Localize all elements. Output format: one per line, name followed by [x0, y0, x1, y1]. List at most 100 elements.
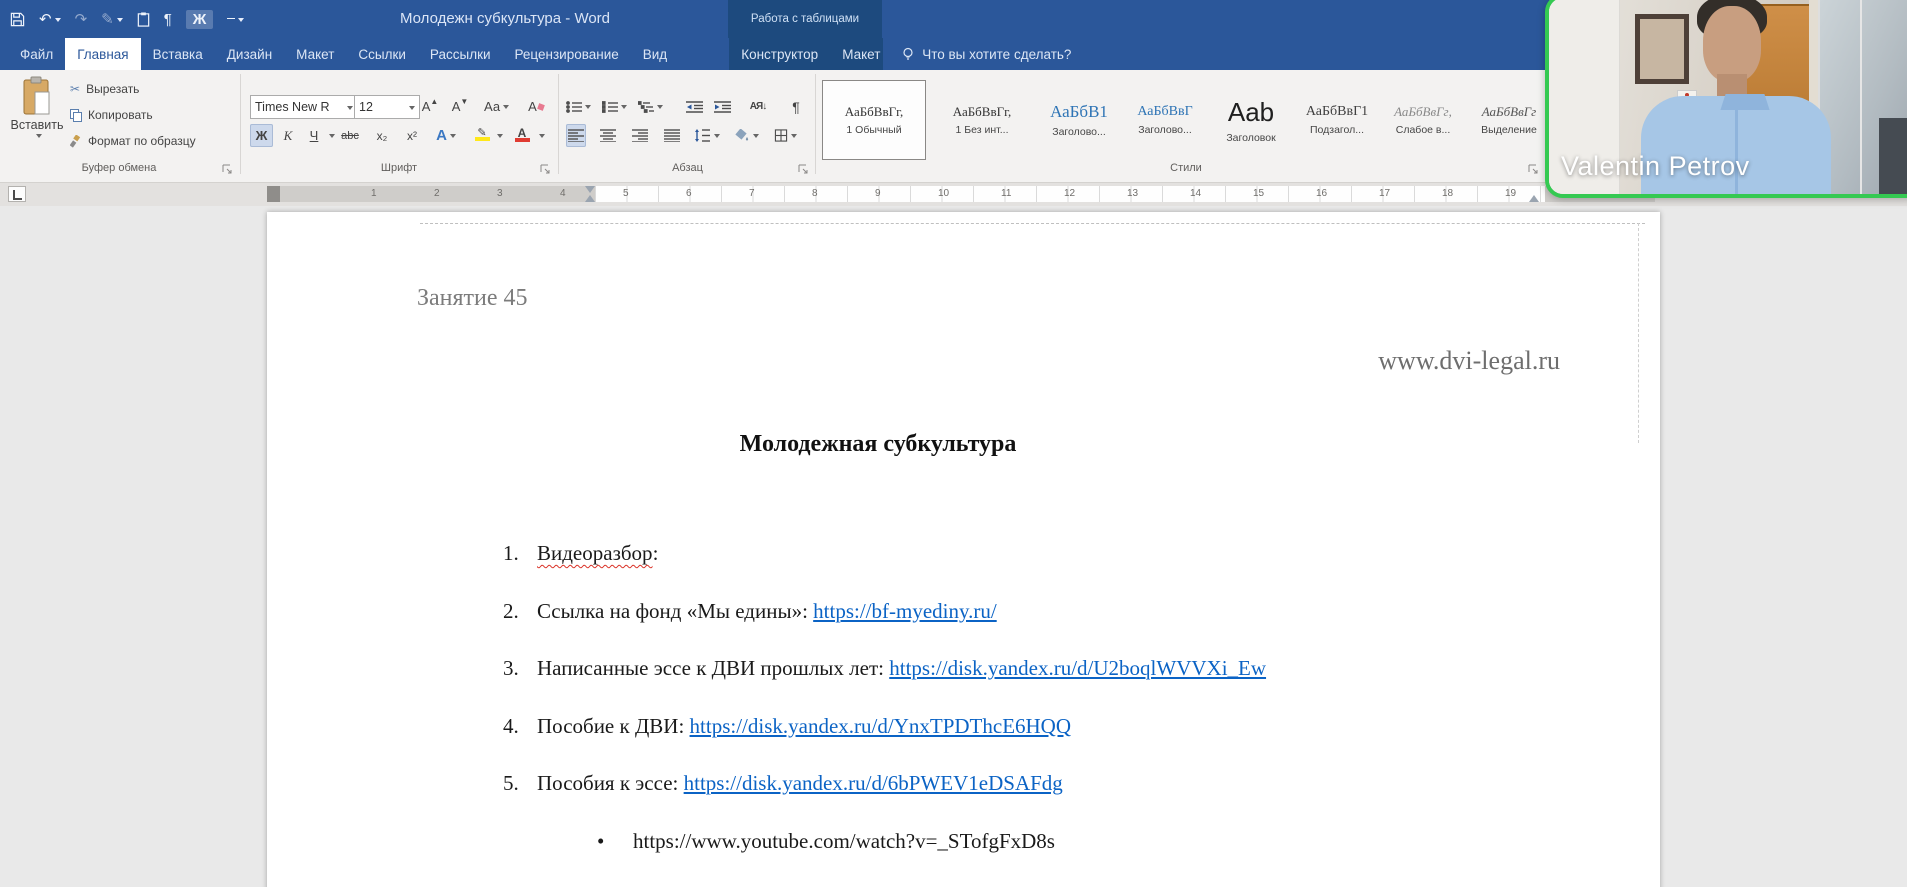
show-paragraph-marks-button[interactable]: ¶ [786, 95, 806, 118]
increase-indent-button[interactable] [712, 95, 732, 118]
change-case-button[interactable]: Аа [484, 95, 510, 118]
save-icon[interactable] [10, 12, 25, 27]
chevron-down-icon [116, 17, 123, 25]
ruler-number: 16 [1316, 188, 1328, 199]
tab-вставка[interactable]: Вставка [141, 38, 215, 70]
shading-button[interactable] [734, 124, 759, 147]
style-chip[interactable]: АаБбВ1 Заголово... [1038, 80, 1120, 160]
align-left-button[interactable] [566, 124, 586, 147]
style-chip[interactable]: АаБбВвГг, 1 Без инт... [930, 80, 1034, 160]
borders-button[interactable] [774, 124, 797, 147]
customize-qat-button[interactable] [227, 16, 245, 23]
shrink-font-button[interactable]: А ▼ [450, 95, 470, 118]
styles-dialog-launcher-icon[interactable] [1528, 164, 1540, 176]
style-name: Заголово... [1138, 124, 1192, 136]
tell-me-label: Что вы хотите сделать? [922, 46, 1072, 62]
style-chip[interactable]: АаБбВвГг, 1 Обычный [822, 80, 926, 160]
webcam-overlay[interactable]: Valentin Petrov [1545, 0, 1907, 198]
list-marker: 2. [503, 598, 519, 623]
tab-рецензирование[interactable]: Рецензирование [503, 38, 631, 70]
show-marks-button[interactable]: ¶ [164, 11, 172, 28]
chevron-down-icon [714, 134, 720, 141]
grow-font-button[interactable]: А ▲ [420, 95, 440, 118]
list-text: Пособие к ДВИ: [537, 713, 690, 738]
copy-icon [70, 108, 82, 122]
style-chip[interactable]: Aab Заголовок [1210, 80, 1292, 160]
chevron-down-icon[interactable] [329, 134, 335, 141]
tab-вид[interactable]: Вид [631, 38, 679, 70]
format-painter-button[interactable]: Формат по образцу [70, 134, 196, 148]
clear-formatting-button[interactable]: А [526, 95, 546, 118]
tab-макет[interactable]: Макет [830, 38, 892, 70]
font-family-select[interactable]: Times New R [250, 95, 358, 119]
font-dialog-launcher-icon[interactable] [540, 164, 552, 176]
underline-button[interactable]: Ч [304, 124, 324, 147]
font-size-select[interactable]: 12 [354, 95, 420, 119]
picture-frame [1635, 14, 1689, 84]
document-page[interactable]: Занятие 45 www.dvi-legal.ru Молодежная с… [267, 212, 1660, 887]
tab-рассылки[interactable]: Рассылки [418, 38, 503, 70]
style-chip[interactable]: АаБбВвГг, Слабое в... [1382, 80, 1464, 160]
paste-icon[interactable] [137, 11, 150, 27]
justify-button[interactable] [662, 124, 682, 147]
line-spacing-button[interactable] [694, 124, 720, 147]
numbering-button[interactable] [602, 95, 627, 118]
bold-quick-button[interactable]: Ж [185, 9, 214, 29]
hyperlink[interactable]: https://bf-myediny.ru/ [813, 599, 997, 623]
ruler-margin-block [267, 186, 280, 202]
font-family-value: Times New R [255, 100, 330, 114]
decrease-indent-button[interactable] [684, 95, 704, 118]
ruler-number: 19 [1505, 188, 1517, 199]
tab-конструктор[interactable]: Конструктор [729, 38, 830, 70]
strikethrough-button[interactable]: abc [340, 124, 360, 147]
paragraph-dialog-launcher-icon[interactable] [798, 164, 810, 176]
bullets-button[interactable] [566, 95, 591, 118]
subscript-button[interactable]: x₂ [372, 124, 392, 147]
participant-name: Valentin Petrov [1561, 151, 1750, 181]
hanging-indent-marker[interactable] [585, 195, 595, 202]
contextual-group-label: Работа с таблицами [728, 0, 882, 38]
format-painter-icon [70, 134, 82, 148]
redo-button: ↷ [74, 11, 88, 28]
style-chip[interactable]: АаБбВвГг Выделение [1468, 80, 1550, 160]
tell-me-box[interactable]: Что вы хотите сделать? [901, 38, 1071, 70]
style-sample: АаБбВвГ1 [1305, 104, 1369, 119]
bold-button[interactable]: Ж [250, 124, 273, 147]
cut-button[interactable]: ✂ Вырезать [70, 82, 139, 96]
site-url-note: www.dvi-legal.ru [1378, 346, 1560, 375]
style-chip[interactable]: АаБбВвГ Заголово... [1124, 80, 1206, 160]
tab-файл[interactable]: Файл [8, 38, 65, 70]
tab-ссылки[interactable]: Ссылки [346, 38, 418, 70]
text-effects-button[interactable]: А [436, 124, 456, 147]
tab-главная[interactable]: Главная [65, 38, 141, 70]
style-chip[interactable]: АаБбВвГ1 Подзагол... [1296, 80, 1378, 160]
hyperlink[interactable]: https://disk.yandex.ru/d/6bPWEV1eDSAFdg [684, 771, 1063, 795]
first-line-indent-marker[interactable] [585, 186, 595, 193]
highlight-color-button[interactable]: ✎ [472, 122, 492, 145]
tab-selector[interactable] [8, 186, 26, 202]
multilevel-list-button[interactable] [638, 95, 663, 118]
document-title: Молодежная субкультура [739, 431, 1017, 457]
tab-дизайн[interactable]: Дизайн [215, 38, 284, 70]
list-text: Написанные эссе к ДВИ прошлых лет: [537, 656, 890, 680]
align-center-button[interactable] [598, 124, 618, 147]
align-right-button[interactable] [630, 124, 650, 147]
italic-button[interactable]: К [278, 124, 298, 147]
ruler[interactable]: 1234567891011121314151617181920 [267, 186, 1655, 202]
sort-button[interactable]: АЯ↓ [748, 95, 768, 118]
tab-макет[interactable]: Макет [284, 38, 346, 70]
list-text: Видеоразбор [537, 541, 653, 565]
hyperlink[interactable]: https://disk.yandex.ru/d/U2boqlWVVXi_Ew [889, 656, 1266, 680]
hyperlink[interactable]: https://disk.yandex.ru/d/YnxTPDThcE6HQQ [690, 714, 1071, 738]
copy-button[interactable]: Копировать [70, 108, 153, 122]
clipboard-dialog-launcher-icon[interactable] [222, 164, 234, 176]
font-color-button[interactable]: А [512, 122, 532, 145]
superscript-button[interactable]: x² [402, 124, 422, 147]
paste-button[interactable]: Вставить [8, 76, 66, 156]
chevron-down-icon[interactable] [497, 134, 503, 141]
right-indent-marker[interactable] [1529, 195, 1539, 202]
tab-stop-icon [13, 190, 22, 200]
undo-button[interactable]: ↶ [39, 10, 61, 28]
ruler-number: 15 [1253, 188, 1265, 199]
chevron-down-icon[interactable] [539, 134, 545, 141]
